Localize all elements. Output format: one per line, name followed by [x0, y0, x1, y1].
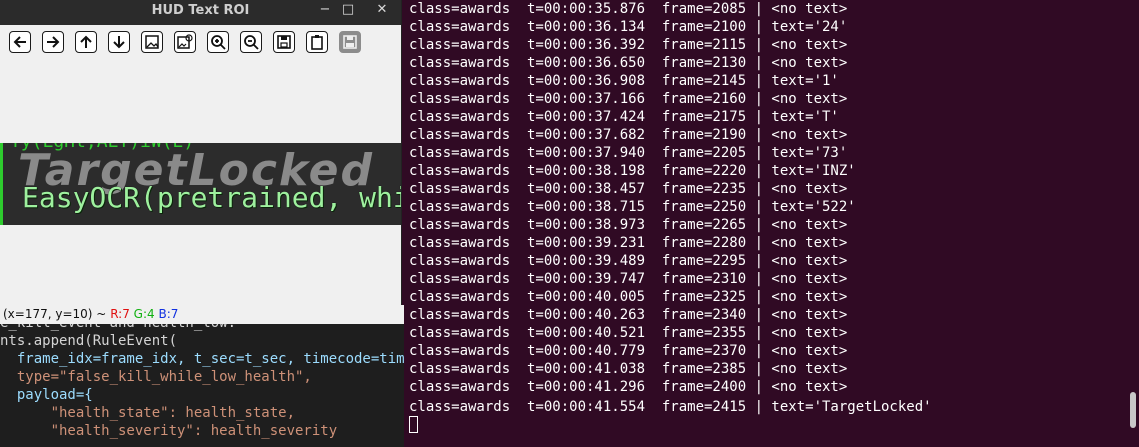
zoom-out-icon: [244, 35, 259, 50]
arrow-right-icon: [47, 36, 60, 48]
arrow-up-icon: [80, 35, 92, 48]
pan-right-button[interactable]: [42, 31, 64, 53]
terminal-line: class=awards t=00:00:38.457 frame=2235 |…: [409, 181, 848, 197]
maximize-button[interactable]: □: [333, 0, 363, 22]
pan-up-button[interactable]: [75, 31, 97, 53]
zoom-out-button[interactable]: [240, 31, 262, 53]
arrow-left-icon: [13, 36, 26, 48]
terminal-line: class=awards t=00:00:37.940 frame=2205 |…: [409, 145, 848, 161]
properties-icon: [343, 35, 357, 49]
terminal-line: class=awards t=00:00:40.779 frame=2370 |…: [409, 343, 848, 359]
code-line: frame_idx=frame_idx, t_sec=t_sec, timeco…: [0, 351, 404, 367]
terminal-scrollbar[interactable]: [1130, 392, 1136, 428]
close-button[interactable]: ✕: [367, 0, 397, 22]
pan-down-button[interactable]: [108, 31, 130, 53]
terminal-line: class=awards t=00:00:39.231 frame=2280 |…: [409, 235, 848, 251]
terminal-line: class=awards t=00:00:41.296 frame=2400 |…: [409, 379, 848, 395]
pixel-red: R:7: [110, 307, 130, 321]
zoom-in-button[interactable]: [207, 31, 229, 53]
hud-roi-window[interactable]: HUD Text ROI − □ ✕ TargetLocked EasyOCR(…: [0, 0, 404, 324]
terminal-line: class=awards t=00:00:38.715 frame=2250 |…: [409, 199, 856, 215]
terminal-line: class=awards t=00:00:39.489 frame=2295 |…: [409, 253, 848, 269]
terminal-line: class=awards t=00:00:36.908 frame=2145 |…: [409, 73, 839, 89]
terminal-line: class=awards t=00:00:36.650 frame=2130 |…: [409, 55, 848, 71]
terminal-line: class=awards t=00:00:37.682 frame=2190 |…: [409, 127, 848, 143]
window-titlebar[interactable]: HUD Text ROI − □ ✕: [0, 0, 401, 25]
terminal-line: class=awards t=00:00:37.166 frame=2160 |…: [409, 91, 848, 107]
code-line: payload={: [0, 387, 93, 403]
ocr-overlay-text: EasyOCR(pretrained, whi: [22, 181, 401, 214]
terminal-line: class=awards t=00:00:36.134 frame=2100 |…: [409, 19, 848, 35]
zoom-in-icon: [211, 35, 226, 50]
pixel-blue: B:7: [158, 307, 179, 321]
properties-button[interactable]: [339, 31, 361, 53]
terminal-line: class=awards t=00:00:41.038 frame=2385 |…: [409, 361, 848, 377]
terminal-line: class=awards t=00:00:40.263 frame=2340 |…: [409, 307, 848, 323]
terminal-line: class=awards t=00:00:40.005 frame=2325 |…: [409, 289, 848, 305]
roi-border: [0, 143, 3, 225]
code-line: "health_state": health_state,: [0, 405, 296, 421]
copy-clipboard-button[interactable]: [306, 31, 328, 53]
code-line: nts.append(RuleEvent(: [0, 333, 178, 349]
terminal[interactable]: class=awards t=00:00:35.876 frame=2085 |…: [404, 0, 1139, 447]
pixel-green: G:4: [133, 307, 155, 321]
terminal-line: class=awards t=00:00:36.392 frame=2115 |…: [409, 37, 848, 53]
save-icon: [277, 35, 291, 49]
cursor-coords: (x=177, y=10) ~: [3, 307, 107, 321]
image-icon: [145, 35, 159, 49]
terminal-line: class=awards t=00:00:39.747 frame=2310 |…: [409, 271, 848, 287]
code-line: "health_severity": health_severity: [0, 423, 338, 439]
zoom-image-button[interactable]: [141, 31, 163, 53]
save-image-button[interactable]: [273, 31, 295, 53]
arrow-down-icon: [113, 36, 125, 49]
terminal-line: class=awards t=00:00:38.198 frame=2220 |…: [409, 163, 856, 179]
zoom-fit-button[interactable]: [174, 31, 196, 53]
image-zoom-icon: [177, 34, 193, 49]
clipboard-icon: [311, 35, 323, 50]
terminal-line: class=awards t=00:00:38.973 frame=2265 |…: [409, 217, 848, 233]
image-canvas[interactable]: Ty(LgHt,ALT)iW(E) TargetLocked EasyOCR(p…: [0, 61, 401, 305]
terminal-line: class=awards t=00:00:41.554 frame=2415 |…: [409, 399, 932, 415]
image-toolbar: [0, 25, 401, 61]
status-bar: (x=177, y=10) ~ R:7 G:4 B:7: [0, 305, 404, 324]
terminal-line: class=awards t=00:00:37.424 frame=2175 |…: [409, 109, 839, 125]
pan-left-button[interactable]: [9, 31, 31, 53]
terminal-line: class=awards t=00:00:40.521 frame=2355 |…: [409, 325, 848, 341]
hud-roi-image: Ty(LgHt,ALT)iW(E) TargetLocked EasyOCR(p…: [0, 143, 401, 225]
terminal-cursor: [409, 416, 418, 433]
code-line: type="false_kill_while_low_health",: [0, 369, 312, 385]
terminal-line: class=awards t=00:00:35.876 frame=2085 |…: [409, 1, 848, 17]
code-editor[interactable]: e_kill_event and health_low: nts.append(…: [0, 322, 404, 447]
